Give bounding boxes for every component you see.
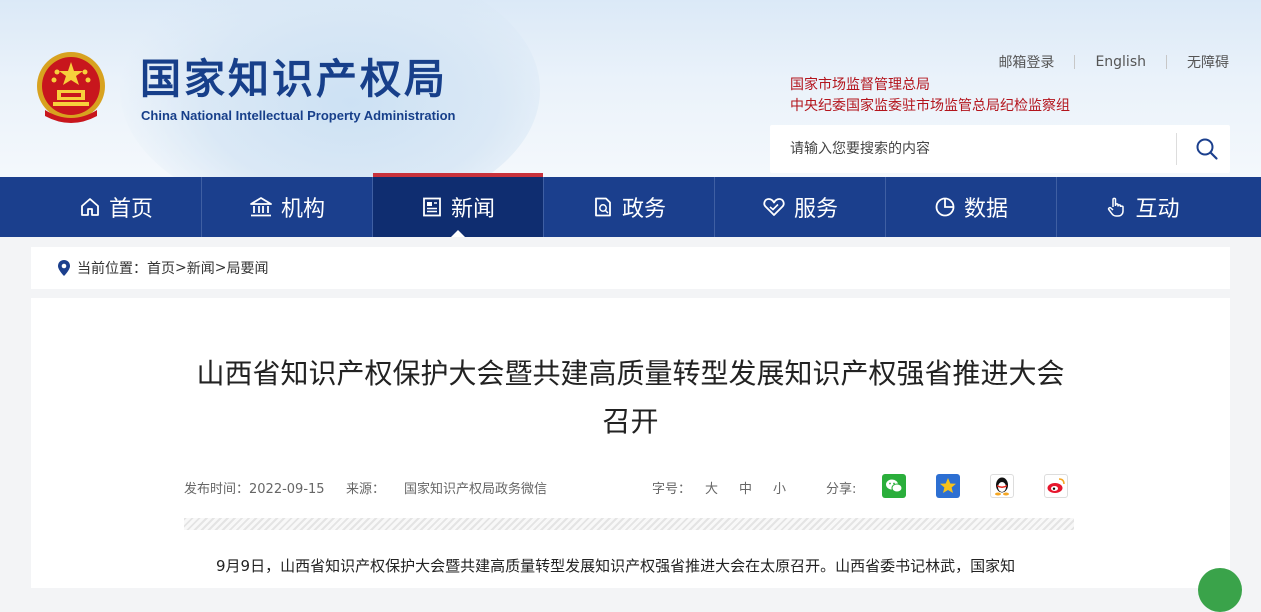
fontsize-label: 字号： (652, 482, 692, 497)
breadcrumb: 当前位置： 首页 > 新闻 > 局要闻 (31, 247, 1230, 289)
search-divider (1176, 133, 1177, 165)
top-links: 邮箱登录 English 无障碍 (998, 52, 1229, 72)
search-button[interactable] (1184, 125, 1230, 173)
floating-corner-icon[interactable] (1198, 568, 1242, 612)
link-divider (1074, 55, 1076, 69)
nav-item-government-affairs[interactable]: 政务 (544, 177, 715, 237)
nav-item-label: 机构 (280, 197, 325, 222)
breadcrumb-prefix: 当前位置： (77, 261, 147, 277)
pie-chart-icon (935, 197, 955, 217)
agency-link-discipline[interactable]: 中央纪委国家监委驻市场监管总局纪检监察组 (790, 96, 1070, 117)
nav-item-label: 服务 (793, 197, 838, 222)
qzone-star-icon[interactable] (936, 474, 960, 498)
agency-link-samr[interactable]: 国家市场监督管理总局 (790, 75, 1070, 96)
nav-item-data[interactable]: 数据 (886, 177, 1057, 237)
breadcrumb-item-news[interactable]: 新闻 (187, 258, 215, 278)
national-emblem-icon[interactable] (35, 50, 107, 126)
share-label: 分享: (826, 482, 857, 497)
fontsize-medium-button[interactable]: 中 (739, 478, 752, 497)
site-logo-english[interactable]: China National Intellectual Property Adm… (141, 108, 455, 123)
fontsize-large-button[interactable]: 大 (705, 478, 718, 497)
article-title-line: 召开 (602, 405, 659, 438)
agency-links: 国家市场监督管理总局 中央纪委国家监委驻市场监管总局纪检监察组 (790, 75, 1070, 117)
hand-pointer-icon (1108, 197, 1125, 217)
nav-item-label: 政务 (621, 197, 666, 222)
breadcrumb-separator: > (175, 260, 187, 276)
site-logo-chinese[interactable]: 国家知识产权局 (140, 55, 470, 103)
search-icon (1196, 138, 1218, 160)
nav-item-service[interactable]: 服务 (715, 177, 886, 237)
home-icon (81, 198, 99, 216)
service-heart-icon (763, 198, 785, 216)
nav-item-interaction[interactable]: 互动 (1057, 177, 1228, 237)
nav-item-institution[interactable]: 机构 (202, 177, 373, 237)
breadcrumb-item-home[interactable]: 首页 (147, 258, 175, 278)
site-header: 国家知识产权局 China National Intellectual Prop… (0, 0, 1261, 177)
nav-item-label: 首页 (108, 197, 153, 222)
wechat-icon[interactable] (882, 474, 906, 498)
publish-date: 发布时间：2022-09-15 (184, 478, 325, 497)
breadcrumb-separator: > (214, 260, 227, 276)
article-title: 山西省知识产权保护大会暨共建高质量转型发展知识产权强省推进大会 召开 (31, 350, 1230, 446)
nav-item-label: 互动 (1135, 197, 1180, 222)
qq-penguin-icon[interactable] (990, 474, 1014, 498)
search-input[interactable] (770, 125, 1170, 173)
mail-login-link[interactable]: 邮箱登录 (998, 52, 1054, 72)
publish-date-value: 2022-09-15 (249, 482, 325, 497)
fontsize-small-button[interactable]: 小 (773, 478, 786, 497)
nav-item-label: 数据 (963, 197, 1008, 222)
article-panel: 山西省知识产权保护大会暨共建高质量转型发展知识产权强省推进大会 召开 发布时间：… (31, 298, 1230, 588)
nav-item-news[interactable]: 新闻 (373, 173, 544, 237)
main-nav: 首页 机构 新闻 政务 服务 数据 互动 (0, 173, 1261, 237)
institution-icon (250, 197, 272, 217)
weibo-icon[interactable] (1044, 474, 1068, 498)
publish-label: 发布时间： (184, 482, 250, 497)
link-divider (1166, 55, 1167, 69)
breadcrumb-item-bureau-news[interactable]: 局要闻 (226, 258, 268, 278)
location-pin-icon (58, 260, 70, 276)
news-icon (423, 197, 441, 217)
nav-item-label: 新闻 (450, 197, 495, 222)
search-bar (770, 125, 1230, 173)
meta-divider-stripe (184, 518, 1074, 530)
source-value: 国家知识产权局政务微信 (404, 482, 548, 497)
source-label: 来源： (346, 482, 386, 497)
article-title-line: 山西省知识产权保护大会暨共建高质量转型发展知识产权强省推进大会 (196, 357, 1065, 390)
accessibility-link[interactable]: 无障碍 (1187, 52, 1229, 72)
article-body-paragraph: 9月9日，山西省知识产权保护大会暨共建高质量转型发展知识产权强省推进大会在太原召… (216, 557, 1016, 575)
nav-item-home[interactable]: 首页 (31, 177, 202, 237)
english-link[interactable]: English (1095, 54, 1146, 70)
government-affairs-icon (595, 197, 611, 217)
